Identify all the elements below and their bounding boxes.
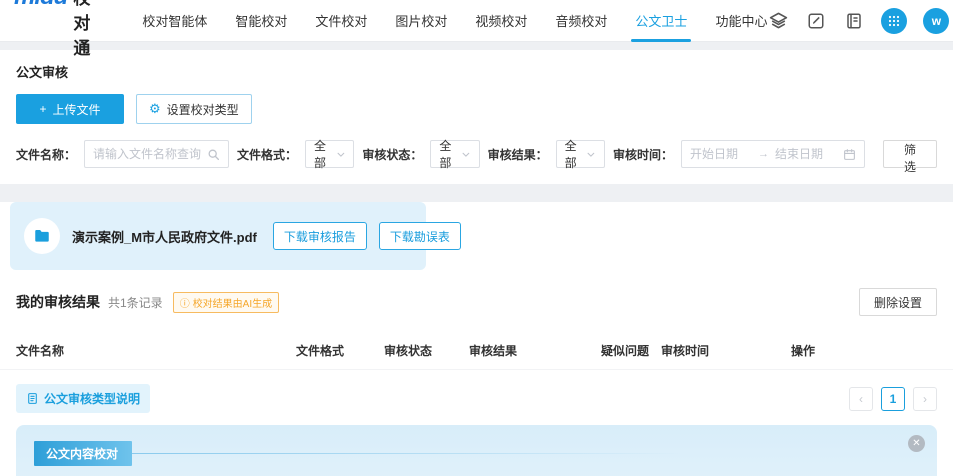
col-actions: 操作 <box>791 342 937 359</box>
apps-grid-icon[interactable] <box>881 8 907 34</box>
content-proof-header: 公文内容校对 <box>34 441 132 466</box>
document-icon <box>26 392 39 405</box>
review-result-label: 审核结果： <box>488 146 548 163</box>
folder-icon <box>24 218 60 254</box>
section-divider <box>0 184 953 192</box>
brand-logo[interactable]: midu 校对通 <box>14 0 90 59</box>
col-file-name: 文件名称 <box>16 342 296 359</box>
notebook-icon[interactable] <box>843 10 865 32</box>
set-proof-type-button[interactable]: ⚙ 设置校对类型 <box>136 94 252 124</box>
layers-icon[interactable] <box>767 10 789 32</box>
nav-item-smart-proof[interactable]: 智能校对 <box>235 0 287 42</box>
calendar-icon <box>843 148 856 161</box>
plus-icon: + <box>39 102 46 116</box>
type-description-label: 公文审核类型说明 <box>16 384 150 413</box>
close-icon[interactable]: ✕ <box>908 435 925 452</box>
review-result-select[interactable]: 全部 <box>556 140 605 168</box>
chevron-down-icon <box>336 149 346 160</box>
page-title: 公文审核 <box>16 62 937 81</box>
file-format-select[interactable]: 全部 <box>305 140 354 168</box>
header-section: 公文审核 + 上传文件 ⚙ 设置校对类型 文件名称： 文件格式： 全部 审核状态… <box>0 50 953 184</box>
col-review-time: 审核时间 <box>661 342 791 359</box>
nav-item-proof-agent[interactable]: 校对智能体 <box>142 0 207 42</box>
info-icon: ⓘ <box>180 295 190 310</box>
nav-item-file-proof[interactable]: 文件校对 <box>315 0 367 42</box>
ai-generated-badge-label: 校对结果由AI生成 <box>193 295 272 310</box>
chevron-down-icon <box>586 149 596 160</box>
file-format-value: 全部 <box>314 137 335 171</box>
demo-file-card: 演示案例_M市人民政府文件.pdf 下载审核报告 下载勘误表 <box>10 202 426 270</box>
action-row: + 上传文件 ⚙ 设置校对类型 <box>16 94 937 124</box>
nav-item-image-proof[interactable]: 图片校对 <box>395 0 447 42</box>
main-content: 演示案例_M市人民政府文件.pdf 下载审核报告 下载勘误表 我的审核结果 共1… <box>0 202 953 476</box>
col-review-status: 审核状态 <box>384 342 469 359</box>
date-range-arrow: → <box>758 148 769 160</box>
start-date-input[interactable] <box>690 147 752 161</box>
file-format-label: 文件格式： <box>237 146 297 163</box>
pagination: ‹ 1 › <box>849 387 937 411</box>
upload-file-button[interactable]: + 上传文件 <box>16 94 124 124</box>
upload-file-label: 上传文件 <box>53 101 101 118</box>
gear-icon: ⚙ <box>149 101 161 117</box>
logo-brand-text: midu <box>14 0 67 11</box>
review-time-label: 审核时间： <box>613 146 673 163</box>
file-name-input-box <box>84 140 229 168</box>
current-page-button[interactable]: 1 <box>881 387 905 411</box>
results-count: 共1条记录 <box>108 294 163 311</box>
content-proof-header-row: 公文内容校对 <box>34 441 919 466</box>
download-errata-button[interactable]: 下载勘误表 <box>379 222 461 250</box>
col-review-result: 审核结果 <box>469 342 601 359</box>
end-date-input[interactable] <box>775 147 837 161</box>
logo-suffix-text: 校对通 <box>73 0 90 59</box>
chevron-down-icon <box>461 149 471 160</box>
nav-item-feature-center[interactable]: 功能中心 <box>715 0 767 42</box>
review-status-select[interactable]: 全部 <box>430 140 479 168</box>
type-description-row: 公文审核类型说明 ‹ 1 › <box>0 384 953 413</box>
edit-note-icon[interactable] <box>805 10 827 32</box>
type-description-panel: 公文内容校对 支持3大类、35个智能校对类型，包括文字标点差错校对、知识性差错校… <box>16 425 937 476</box>
review-status-value: 全部 <box>439 137 460 171</box>
main-nav: 校对智能体 智能校对 文件校对 图片校对 视频校对 音频校对 公文卫士 功能中心 <box>142 0 767 42</box>
col-suspected-issues: 疑似问题 <box>601 342 661 359</box>
filter-button[interactable]: 筛选 <box>883 140 937 168</box>
delete-settings-button[interactable]: 删除设置 <box>859 288 937 316</box>
nav-item-gongwen-guard[interactable]: 公文卫士 <box>635 0 687 42</box>
demo-file-name: 演示案例_M市人民政府文件.pdf <box>72 227 257 246</box>
file-name-label: 文件名称： <box>16 146 76 163</box>
nav-item-audio-proof[interactable]: 音频校对 <box>555 0 607 42</box>
nav-item-video-proof[interactable]: 视频校对 <box>475 0 527 42</box>
search-icon <box>207 148 220 161</box>
user-avatar[interactable]: w <box>923 8 949 34</box>
results-table-header: 文件名称 文件格式 审核状态 审核结果 疑似问题 审核时间 操作 <box>0 332 953 370</box>
top-navbar: midu 校对通 校对智能体 智能校对 文件校对 图片校对 视频校对 音频校对 … <box>0 0 953 42</box>
download-report-button[interactable]: 下载审核报告 <box>273 222 367 250</box>
ribbon-line <box>132 453 919 454</box>
results-title: 我的审核结果 <box>16 292 100 312</box>
prev-page-button[interactable]: ‹ <box>849 387 873 411</box>
navbar-tools: w <box>767 8 949 34</box>
filter-bar: 文件名称： 文件格式： 全部 审核状态： 全部 审核结果： 全部 审核时间： → <box>16 140 937 168</box>
results-header: 我的审核结果 共1条记录 ⓘ 校对结果由AI生成 删除设置 <box>0 288 953 316</box>
review-status-label: 审核状态： <box>362 146 422 163</box>
col-file-format: 文件格式 <box>296 342 384 359</box>
file-name-input[interactable] <box>93 147 201 161</box>
section-divider <box>0 42 953 50</box>
review-result-value: 全部 <box>565 137 586 171</box>
review-time-range: → <box>681 140 865 168</box>
set-proof-type-label: 设置校对类型 <box>167 101 239 118</box>
type-description-title: 公文审核类型说明 <box>44 390 140 407</box>
ai-generated-badge: ⓘ 校对结果由AI生成 <box>173 292 279 313</box>
next-page-button[interactable]: › <box>913 387 937 411</box>
